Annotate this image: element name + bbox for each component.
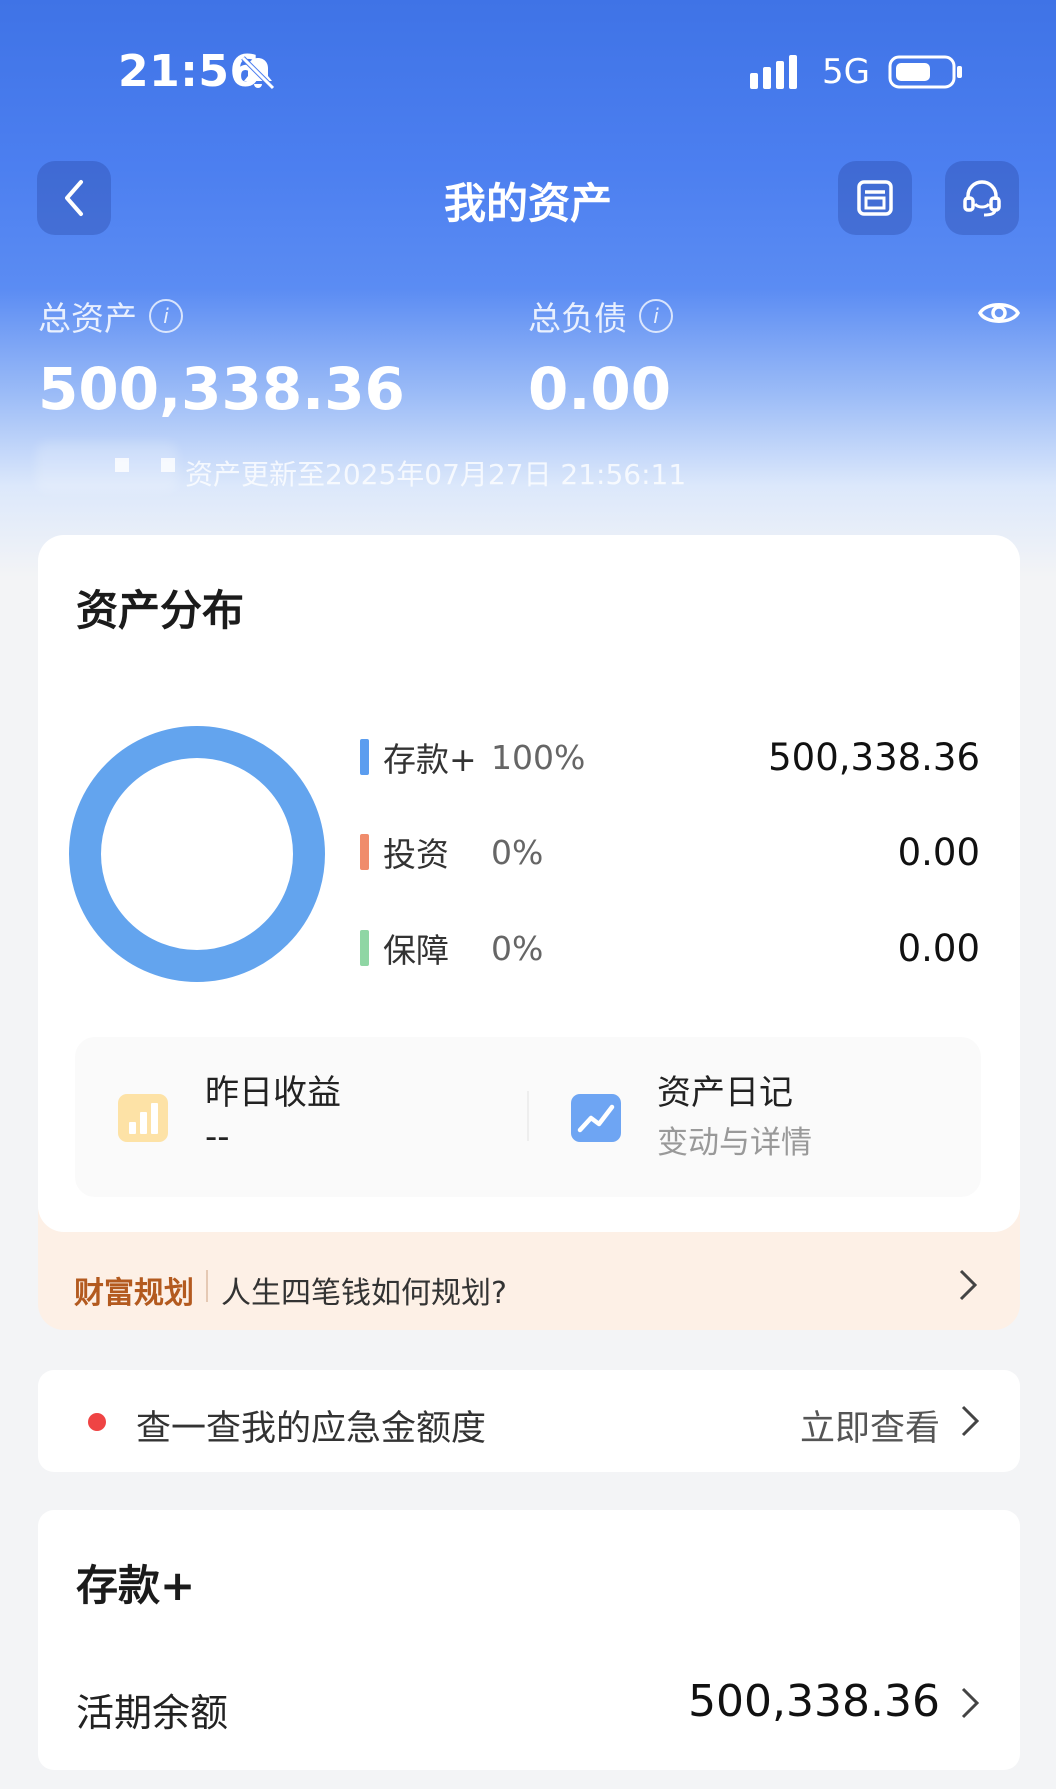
row-name: 保障 — [383, 931, 449, 970]
distribution-row-deposit[interactable]: 存款+ 100% 500,338.36 — [360, 732, 980, 782]
row-percent: 0% — [491, 832, 544, 872]
current-balance-label: 活期余额 — [76, 1691, 229, 1735]
total-liabilities-label: 总负债 i — [528, 292, 673, 340]
total-assets-value: 500,338.36 — [38, 355, 405, 423]
distribution-row-insurance[interactable]: 保障 0% 0.00 — [360, 923, 980, 973]
update-timestamp: 资产更新至2025年07月27日 21:56:11 — [185, 458, 687, 491]
row-value: 500,338.36 — [768, 735, 980, 779]
donut-chart — [69, 726, 325, 982]
row-name: 投资 — [383, 835, 449, 874]
total-liabilities-label-text: 总负债 — [528, 299, 627, 338]
divider — [527, 1091, 529, 1141]
alert-dot — [88, 1413, 106, 1431]
asset-diary-label[interactable]: 资产日记 — [657, 1065, 793, 1114]
distribution-row-investment[interactable]: 投资 0% 0.00 — [360, 827, 980, 877]
network-type: 5G — [822, 52, 870, 92]
emergency-fund-banner[interactable]: 查一查我的应急金额度 立即查看 — [38, 1370, 1020, 1472]
customer-service-button[interactable] — [945, 161, 1019, 235]
document-icon — [857, 180, 893, 216]
mute-bell-icon — [241, 56, 275, 90]
row-percent: 100% — [491, 737, 586, 777]
asset-distribution-card: 资产分布 存款+ 100% 500,338.36 投资 0% 0.00 保障 0… — [38, 535, 1020, 1232]
current-balance-value[interactable]: 500,338.36 — [688, 1676, 940, 1727]
statement-button[interactable] — [838, 161, 912, 235]
row-value: 0.00 — [897, 830, 980, 874]
info-icon[interactable]: i — [149, 299, 183, 333]
shortcut-panel: 昨日收益 -- 资产日记 变动与详情 — [75, 1037, 981, 1197]
emergency-fund-text: 查一查我的应急金额度 — [136, 1409, 487, 1449]
total-liabilities-value: 0.00 — [528, 355, 672, 423]
chevron-right-icon[interactable] — [960, 1686, 980, 1720]
headset-icon — [963, 180, 1001, 217]
legend-bar — [360, 739, 369, 775]
bar-chart-icon[interactable] — [118, 1094, 168, 1142]
row-value: 0.00 — [897, 926, 980, 970]
trend-chart-icon[interactable] — [571, 1094, 621, 1142]
signal-icon — [750, 55, 797, 89]
deposit-title: 存款+ — [76, 1561, 196, 1610]
legend-bar — [360, 930, 369, 966]
deposit-card: 存款+ 活期余额 500,338.36 — [38, 1510, 1020, 1770]
yesterday-earnings-value: -- — [205, 1117, 230, 1157]
divider — [206, 1270, 208, 1302]
legend-bar — [360, 834, 369, 870]
total-assets-label: 总资产 i — [38, 292, 183, 340]
section-title: 资产分布 — [76, 586, 245, 635]
wealth-plan-text: 人生四笔钱如何规划? — [221, 1276, 507, 1311]
asset-diary-subtitle: 变动与详情 — [657, 1125, 812, 1161]
total-assets-label-text: 总资产 — [38, 299, 137, 338]
row-percent: 0% — [491, 928, 544, 968]
redaction-squares — [115, 458, 175, 472]
row-name: 存款+ — [383, 740, 477, 779]
wealth-plan-tag: 财富规划 — [74, 1276, 194, 1311]
battery-icon — [888, 55, 962, 89]
info-icon[interactable]: i — [639, 299, 673, 333]
chevron-right-icon — [959, 1269, 978, 1301]
yesterday-earnings-label[interactable]: 昨日收益 — [205, 1065, 341, 1114]
chevron-right-icon — [961, 1405, 980, 1437]
eye-icon[interactable] — [978, 296, 1020, 330]
view-now-link[interactable]: 立即查看 — [800, 1400, 940, 1451]
